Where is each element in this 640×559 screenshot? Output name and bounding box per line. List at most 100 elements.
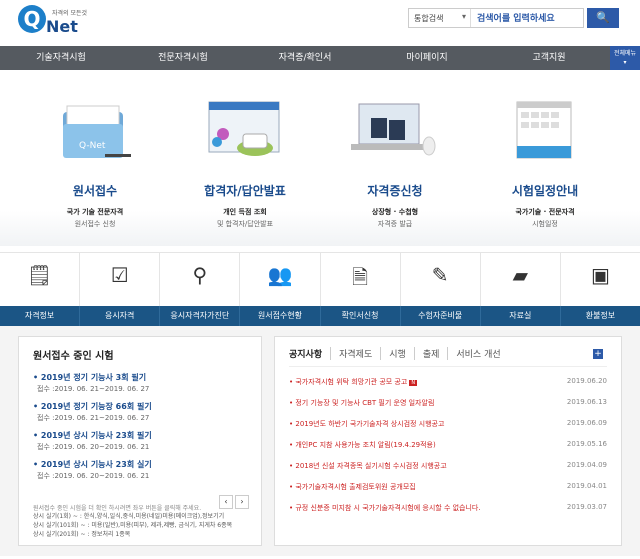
search-button[interactable]: 🔍 [587, 8, 619, 28]
notice-date: 2019.06.20 [566, 377, 607, 385]
visual-license[interactable]: 자격증신청 상장형 · 수첩형 자격증 발급 [320, 96, 470, 246]
notice-date: 2019.05.16 [566, 440, 607, 448]
prev-button[interactable]: ‹ [219, 495, 233, 509]
notice-title[interactable]: 정기 기능장 및 기능사 CBT 필기 운영 일자알림 [289, 398, 434, 419]
visual-sub2: 원서접수 신청 [74, 220, 116, 228]
exam-title[interactable]: 2019년 상시 기능사 23회 필기 [33, 430, 247, 441]
header: Q 자격의 모든것 Net 통합검색 검색어를 입력하세요 🔍 [0, 0, 640, 46]
notice-item[interactable]: 정기 기능장 및 기능사 CBT 필기 운영 일자알림 2019.06.13 [289, 398, 607, 419]
quick-icon-bar: 🗒 ☑ ⚲ 👥 🗎 ✎ ▰ ▣ [0, 252, 640, 306]
logo-q-mark: Q [18, 5, 46, 33]
nav-item-mypage[interactable]: 마이페이지 [366, 46, 488, 70]
notice-date: 2019.03.07 [566, 503, 607, 511]
exam-date: 접수 :2019. 06. 20~2019. 06. 21 [37, 472, 150, 480]
nav-item-support[interactable]: 고객지원 [488, 46, 610, 70]
visual-sub2: 자격증 발급 [377, 220, 413, 228]
visual-sub: 국가기술 · 전문자격 [515, 208, 575, 216]
people-icon: 👥 [267, 263, 293, 287]
notice-title[interactable]: 국가자격시험 위탁 희망기관 공모 공고N [289, 377, 418, 398]
search-box: 통합검색 검색어를 입력하세요 [408, 8, 584, 28]
folder-icon: ▰ [512, 263, 528, 287]
notice-item[interactable]: 2019년도 하반기 국가기술자격 상시검정 시행공고 2019.06.09 [289, 419, 607, 440]
exam-line[interactable]: 상시 실기(101회) ~ : 미용(일반),미용(피부), 제과,제빵, 금식… [33, 521, 232, 530]
tab-system[interactable]: 자격제도 [331, 347, 382, 360]
visual-sub: 개인 득점 조회 [223, 208, 267, 216]
nav-item-certificate[interactable]: 자격증/확인서 [244, 46, 366, 70]
main-visual: Q-Net 원서접수 국가 기술 전문자격 원서접수 신청 합격자/답안발표 개… [0, 70, 640, 246]
tab-exec[interactable]: 시행 [381, 347, 415, 360]
notice-title[interactable]: 2019년도 하반기 국가기술자격 상시검정 시행공고 [289, 419, 444, 440]
quick-label[interactable]: 자료실 [481, 306, 561, 326]
folder-illustration-icon: Q-Net [45, 96, 145, 170]
nav-item-pro-exam[interactable]: 전문자격시험 [122, 46, 244, 70]
exam-item[interactable]: 2019년 정기 기능사 3회 필기접수 :2019. 06. 21~2019.… [33, 372, 247, 394]
more-icon[interactable]: + [593, 349, 603, 359]
checklist-icon: ☑ [110, 263, 129, 287]
quick-self-check[interactable]: ⚲ [160, 253, 241, 306]
exam-item[interactable]: 2019년 정기 기능장 66회 필기접수 :2019. 06. 21~2019… [33, 401, 247, 423]
exam-item[interactable]: 2019년 상시 기능사 23회 실기접수 :2019. 06. 20~2019… [33, 459, 247, 481]
visual-sub: 상장형 · 수첩형 [371, 208, 419, 216]
notice-title[interactable]: 개인PC 지참 사용가능 조치 알림(19.4.29적용) [289, 440, 435, 461]
notice-date: 2019.04.09 [566, 461, 607, 469]
visual-title: 원서접수 [72, 184, 118, 198]
quick-label[interactable]: 확인서신청 [321, 306, 401, 326]
visual-result[interactable]: 합격자/답안발표 개인 득점 조회 및 합격자/답안발표 [170, 96, 320, 246]
quick-supplies[interactable]: ✎ [401, 253, 481, 306]
tab-service[interactable]: 서비스 개선 [448, 347, 508, 360]
exam-item[interactable]: 2019년 상시 기능사 23회 필기접수 :2019. 06. 20~2019… [33, 430, 247, 452]
search-input[interactable]: 검색어를 입력하세요 [471, 9, 583, 27]
visual-title: 시험일정안내 [511, 184, 579, 198]
quick-label[interactable]: 응시자격 [80, 306, 161, 326]
notice-item[interactable]: 국가기술자격시험 출제검토위원 공개모집 2019.04.01 [289, 482, 607, 503]
all-menu-button[interactable]: 전체메뉴 ▾ [610, 46, 640, 70]
notice-title[interactable]: 2018년 신설 자격종목 실기시험 수시검정 시행공고 [289, 461, 446, 482]
notice-item[interactable]: 규정 신분증 미지참 시 국가기술자격시험에 응시할 수 없습니다. 2019.0… [289, 503, 607, 524]
qnet-logo[interactable]: Q 자격의 모든것 Net [18, 5, 88, 39]
notice-text: 국가자격시험 위탁 희망기관 공모 공고 [295, 378, 408, 386]
quick-info[interactable]: 🗒 [0, 253, 81, 306]
tab-question[interactable]: 출제 [415, 347, 449, 360]
quick-label[interactable]: 환불정보 [561, 306, 640, 326]
quick-refund[interactable]: ▣ [561, 253, 640, 306]
notice-date: 2019.04.01 [566, 482, 607, 490]
nav-item-tech-exam[interactable]: 기술자격시험 [0, 46, 122, 70]
visual-title: 합격자/답안발표 [204, 184, 286, 198]
quick-label[interactable]: 수험자준비물 [401, 306, 481, 326]
tab-notice[interactable]: 공지사항 [289, 347, 332, 360]
notice-date: 2019.06.13 [566, 398, 607, 406]
notice-tabs: 공지사항 자격제도 시행 출제 서비스 개선 [289, 347, 607, 367]
quick-label[interactable]: 원서접수현황 [240, 306, 321, 326]
exam-date: 접수 :2019. 06. 20~2019. 06. 21 [37, 443, 150, 451]
quick-archive[interactable]: ▰ [481, 253, 561, 306]
notice-date: 2019.06.09 [566, 419, 607, 427]
quick-cert-request[interactable]: 🗎 [321, 253, 401, 306]
exam-title[interactable]: 2019년 정기 기능사 3회 필기 [33, 372, 247, 383]
quick-label[interactable]: 자격정보 [0, 306, 81, 326]
exam-title[interactable]: 2019년 상시 기능사 23회 실기 [33, 459, 247, 470]
notice-title[interactable]: 규정 신분증 미지참 시 국가기술자격시험에 응시할 수 없습니다. [289, 503, 480, 524]
visual-apply[interactable]: Q-Net 원서접수 국가 기술 전문자격 원서접수 신청 [20, 96, 170, 246]
quick-label[interactable]: 응시자격자가진단 [160, 306, 241, 326]
visual-title: 자격증신청 [367, 184, 423, 198]
notice-item[interactable]: 2018년 신설 자격종목 실기시험 수시검정 시행공고 2019.04.09 [289, 461, 607, 482]
all-menu-label: 전체메뉴 [613, 50, 637, 57]
notice-box: 공지사항 자격제도 시행 출제 서비스 개선 + 국가자격시험 위탁 희망기관 … [274, 336, 622, 546]
money-icon: ▣ [590, 263, 610, 287]
visual-schedule[interactable]: 시험일정안내 국가기술 · 전문자격 시험일정 [470, 96, 620, 246]
logo-tagline: 자격의 모든것 [52, 10, 88, 17]
exam-line[interactable]: 상시 실기(201회) ~ : 정보처리 1종목 [33, 530, 232, 539]
notice-title[interactable]: 국가기술자격시험 출제검토위원 공개모집 [289, 482, 415, 503]
notice-item[interactable]: 국가자격시험 위탁 희망기관 공모 공고N 2019.06.20 [289, 377, 607, 398]
next-button[interactable]: › [235, 495, 249, 509]
quick-qualification[interactable]: ☑ [80, 253, 161, 306]
search-category-select[interactable]: 통합검색 [409, 9, 471, 27]
visual-sub2: 및 합격자/답안발표 [216, 220, 274, 228]
notice-item[interactable]: 개인PC 지참 사용가능 조치 알림(19.4.29적용) 2019.05.16 [289, 440, 607, 461]
exam-box-title: 원서접수 중인 시험 [33, 351, 114, 362]
exam-title[interactable]: 2019년 정기 기능장 66회 필기 [33, 401, 247, 412]
exam-line[interactable]: 상시 실기(1회) ~ : 한식,양식,일식,중식,미용(네일)미용(메이크업)… [33, 512, 232, 521]
exam-note: 원서접수 중인 시험을 더 확인 하시려면 좌우 버튼을 클릭해 주세요. [33, 505, 202, 512]
certificate-icon: 🗎 [352, 265, 369, 289]
quick-apply-status[interactable]: 👥 [240, 253, 321, 306]
